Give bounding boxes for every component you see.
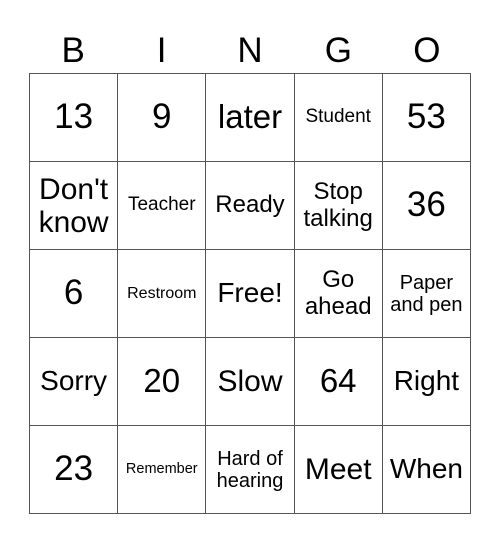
bingo-cell[interactable]: Hard of hearing [206, 426, 295, 514]
bingo-cell[interactable]: Student [294, 74, 383, 162]
bingo-cell[interactable]: Remember [118, 426, 207, 514]
bingo-cell[interactable]: Paper and pen [382, 250, 471, 338]
bingo-cell[interactable]: Meet [294, 426, 383, 514]
bingo-cell[interactable]: Don't know [30, 162, 119, 250]
bingo-cell[interactable]: 64 [294, 338, 383, 426]
bingo-cell[interactable]: Right [382, 338, 471, 426]
bingo-cell[interactable]: 9 [118, 74, 207, 162]
bingo-header: B I N G O [29, 28, 471, 73]
free-space[interactable]: Free! [206, 250, 295, 338]
header-letter-i: I [156, 31, 167, 70]
bingo-cell[interactable]: 6 [30, 250, 119, 338]
bingo-cell[interactable]: 23 [30, 426, 119, 514]
bingo-cell[interactable]: 13 [30, 74, 119, 162]
bingo-cell[interactable]: Ready [206, 162, 295, 250]
bingo-cell[interactable]: 53 [382, 74, 471, 162]
bingo-cell[interactable]: Teacher [118, 162, 207, 250]
bingo-cell[interactable]: 36 [382, 162, 471, 250]
bingo-cell[interactable]: Slow [206, 338, 295, 426]
bingo-cell[interactable]: Restroom [118, 250, 207, 338]
bingo-cell[interactable]: Sorry [30, 338, 119, 426]
bingo-cell[interactable]: When [382, 426, 471, 514]
header-letter-b: B [61, 31, 85, 70]
header-letter-g: G [324, 31, 353, 70]
bingo-cell[interactable]: later [206, 74, 295, 162]
header-letter-n: N [237, 31, 263, 70]
bingo-cell[interactable]: Stop talking [294, 162, 383, 250]
header-letter-o: O [413, 31, 441, 70]
bingo-card: 13 9 later Student 53 Don't know Teacher… [29, 73, 471, 514]
bingo-cell[interactable]: 20 [118, 338, 207, 426]
bingo-cell[interactable]: Go ahead [294, 250, 383, 338]
